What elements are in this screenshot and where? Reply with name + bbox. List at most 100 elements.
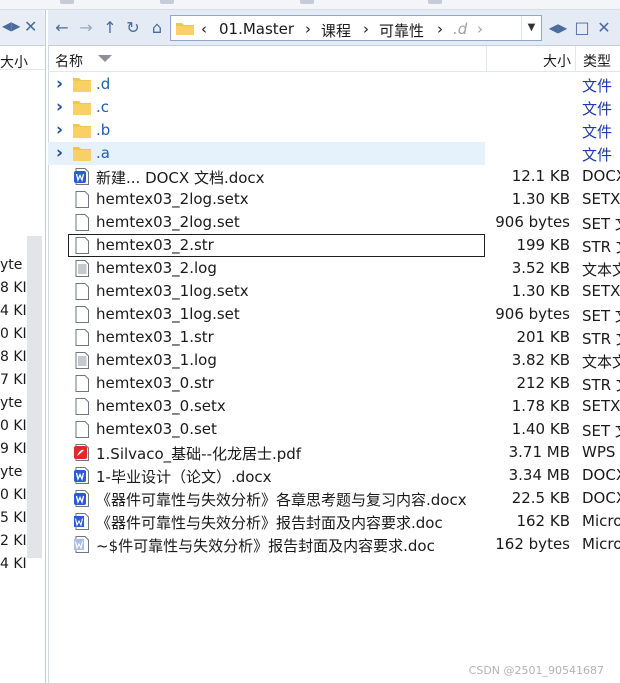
close-icon[interactable]: ✕ xyxy=(594,18,614,38)
file-name: hemtex03_2log.set xyxy=(96,213,240,231)
size-column-header[interactable]: 大小 xyxy=(488,51,571,71)
file-type: STR 文 xyxy=(582,376,620,394)
word-docx-icon xyxy=(74,490,89,507)
file-type: 文件 xyxy=(582,100,613,118)
breadcrumb-reliability[interactable]: 可靠性 xyxy=(379,20,424,41)
file-row[interactable]: hemtex03_2.log 3.52 KB 文本文 xyxy=(48,257,620,280)
file-type: STR 文 xyxy=(582,238,620,256)
file-row[interactable]: 新建... DOCX 文档.docx 12.1 KB DOCX xyxy=(48,165,620,188)
file-row[interactable]: hemtex03_0.str 212 KB STR 文 xyxy=(48,372,620,395)
breadcrumb-courses[interactable]: 课程 xyxy=(321,20,351,41)
file-row[interactable]: 《器件可靠性与失效分析》各章思考题与复习内容.docx 22.5 KB DOCX xyxy=(48,487,620,510)
left-size-cell[interactable] xyxy=(0,70,45,93)
expand-chevron-icon[interactable]: › xyxy=(56,76,66,93)
left-size-cell[interactable] xyxy=(0,208,45,231)
file-row[interactable]: ~$件可靠性与失效分析》报告封面及内容要求.doc 162 bytes Micro xyxy=(48,533,620,556)
strip-tab-marker xyxy=(60,0,74,4)
file-row[interactable]: hemtex03_1log.set 906 bytes SET 文 xyxy=(48,303,620,326)
maximize-icon[interactable]: □ xyxy=(572,18,592,38)
breadcrumb-separator[interactable]: › xyxy=(305,20,311,38)
name-column-header[interactable]: 名称 xyxy=(55,51,83,71)
file-name: hemtex03_1log.set xyxy=(96,305,240,323)
folder-row[interactable]: › .d 文件 xyxy=(48,73,620,96)
folder-row[interactable]: › .a 文件 xyxy=(48,142,612,165)
file-row[interactable]: hemtex03_1.log 3.82 KB 文本文 xyxy=(48,349,620,372)
file-size: 1.30 KB xyxy=(511,282,570,300)
left-size-header-label: 大小 xyxy=(0,55,28,71)
file-name: ~$件可靠性与失效分析》报告封面及内容要求.doc xyxy=(96,537,435,555)
word-docx-icon xyxy=(74,168,89,185)
file-name: hemtex03_1.str xyxy=(96,328,214,346)
breadcrumb-separator[interactable]: › xyxy=(437,20,443,38)
file-row[interactable]: hemtex03_0.set 1.40 KB SET 文 xyxy=(48,418,620,441)
file-row[interactable]: 1-毕业设计（论文）.docx 3.34 MB DOCX xyxy=(48,464,620,487)
address-bar[interactable]: ‹ 01.Master › 课程 › 可靠性 › .d › ▼ xyxy=(170,15,542,41)
left-size-cell[interactable] xyxy=(0,162,45,185)
file-row[interactable]: hemtex03_1log.setx 1.30 KB SETX xyxy=(48,280,620,303)
file-icon xyxy=(75,329,89,346)
forward-arrow-icon[interactable]: → xyxy=(76,18,96,38)
up-arrow-icon[interactable]: ↑ xyxy=(100,18,120,38)
file-row[interactable]: hemtex03_0.setx 1.78 KB SETX xyxy=(48,395,620,418)
breadcrumb-separator[interactable]: › xyxy=(363,20,369,38)
folder-icon xyxy=(73,78,91,92)
file-name: .a xyxy=(96,144,110,162)
expand-chevron-icon[interactable]: › xyxy=(56,122,66,139)
file-type: 文件 xyxy=(582,146,613,164)
file-row[interactable]: hemtex03_2log.set 906 bytes SET 文 xyxy=(48,211,620,234)
file-row[interactable]: hemtex03_1.str 201 KB STR 文 xyxy=(48,326,620,349)
column-separator[interactable] xyxy=(486,46,487,72)
left-size-cell[interactable] xyxy=(0,185,45,208)
word-docx-icon xyxy=(74,467,89,484)
column-separator[interactable] xyxy=(575,46,576,72)
breadcrumb-current[interactable]: .d xyxy=(453,20,467,38)
file-size: 906 bytes xyxy=(495,213,570,231)
folder-row[interactable]: › .b 文件 xyxy=(48,119,620,142)
file-size: 1.30 KB xyxy=(511,190,570,208)
file-type: STR 文 xyxy=(582,330,620,348)
file-name: 《器件可靠性与失效分析》各章思考题与复习内容.docx xyxy=(96,491,467,509)
file-icon xyxy=(75,306,89,323)
left-scrollbar[interactable] xyxy=(27,236,42,558)
type-column-header[interactable]: 类型 xyxy=(583,51,611,71)
file-type: SET 文 xyxy=(582,307,620,325)
file-size: 1.40 KB xyxy=(511,420,570,438)
left-size-cell[interactable] xyxy=(0,93,45,116)
folder-icon xyxy=(73,101,91,115)
breadcrumb-separator[interactable]: › xyxy=(477,20,483,38)
panel-arrows-icon[interactable]: ◀▶ xyxy=(2,19,20,33)
file-row[interactable]: hemtex03_2log.setx 1.30 KB SETX xyxy=(48,188,620,211)
left-size-column-header[interactable]: 大小 xyxy=(0,46,45,71)
file-row[interactable]: 《器件可靠性与失效分析》报告封面及内容要求.doc 162 KB Micro xyxy=(48,510,620,533)
file-size: 162 bytes xyxy=(495,535,570,553)
file-size: 3.82 KB xyxy=(511,351,570,369)
file-name: 《器件可靠性与失效分析》报告封面及内容要求.doc xyxy=(96,514,443,532)
file-name: 1-毕业设计（论文）.docx xyxy=(96,468,272,486)
close-icon[interactable]: ✕ xyxy=(24,17,37,36)
expand-chevron-icon[interactable]: › xyxy=(56,145,66,162)
left-size-cell[interactable] xyxy=(0,116,45,139)
file-type: 文件 xyxy=(582,123,613,141)
left-size-cell[interactable] xyxy=(0,139,45,162)
file-icon xyxy=(75,375,89,392)
left-file-pane: ◀▶ ✕ 大小 yte 8 KI 4 KI 0 KI 8 KI 7 KI yte 0 KI 9 … xyxy=(0,10,46,683)
file-type: SET 文 xyxy=(582,422,620,440)
back-arrow-icon[interactable]: ← xyxy=(52,18,72,38)
file-row[interactable]: 1.Silvaco_基础--化龙居士.pdf 3.71 MB WPS xyxy=(48,441,620,464)
refresh-icon[interactable]: ↻ xyxy=(123,18,143,38)
file-type: WPS xyxy=(582,443,616,461)
navigation-toolbar: ← → ↑ ↻ ⌂ ‹ 01.Master › 课程 › 可靠性 › .d › … xyxy=(48,10,620,46)
expand-chevron-icon[interactable]: › xyxy=(56,99,66,116)
breadcrumb-chevron-icon[interactable]: ‹ xyxy=(201,20,207,38)
folder-row[interactable]: › .c 文件 xyxy=(48,96,620,119)
home-icon[interactable]: ⌂ xyxy=(147,18,167,38)
file-size: 3.34 MB xyxy=(508,466,570,484)
address-dropdown-icon[interactable]: ▼ xyxy=(521,16,541,40)
panel-arrows-icon[interactable]: ◀▶ xyxy=(548,18,568,38)
sort-arrow-icon[interactable] xyxy=(98,55,112,62)
file-type: 文本文 xyxy=(582,261,620,279)
folder-icon xyxy=(176,23,194,35)
file-name: hemtex03_1log.setx xyxy=(96,282,249,300)
breadcrumb-master[interactable]: 01.Master xyxy=(219,20,294,38)
watermark: CSDN @2501_90541687 xyxy=(468,664,604,677)
